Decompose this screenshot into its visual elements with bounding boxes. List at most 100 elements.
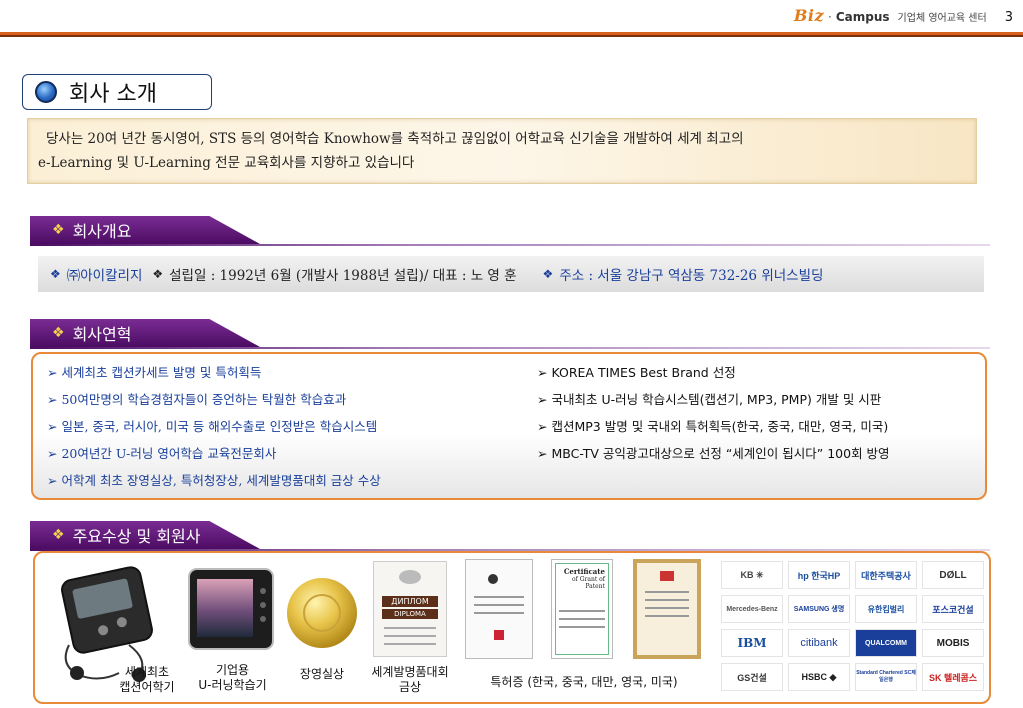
history-text: MBC-TV 공익광고대상으로 선정 “세계인이 됩시다” 100회 방영 bbox=[551, 446, 890, 461]
logo-mobis: MOBIS bbox=[922, 629, 984, 657]
brand-subtitle: 기업체 영어교육 센터 bbox=[897, 13, 987, 24]
intro-box: 당사는 20여 년간 동시영어, STS 등의 영어학습 Knowhow를 축적… bbox=[27, 118, 977, 184]
history-right-list: ➢ KOREA TIMES Best Brand 선정 ➢ 국내최초 U-러닝 학습… bbox=[537, 362, 890, 490]
label-caption-device: 세계최초 캡션어학기 bbox=[97, 665, 197, 695]
logo-daehan: 대한주택공사 bbox=[855, 561, 917, 589]
overview-address: ❖ 주소 : 서울 강남구 역삼동 732-26 위너스빌딩 bbox=[543, 264, 824, 284]
u-learning-device-image bbox=[188, 568, 274, 650]
seal-icon bbox=[494, 630, 504, 640]
header-rule-dark bbox=[0, 35, 1023, 37]
diamond-bullet-icon: ❖ bbox=[50, 267, 61, 281]
arrow-bullet-icon: ➢ bbox=[537, 392, 548, 407]
list-item: ➢ 캡션MP3 발명 및 국내외 특허획득(한국, 중국, 대만, 영국, 미국) bbox=[537, 416, 890, 437]
list-item: ➢ 50여만명의 학습경험자들이 증언하는 탁월한 학습효과 bbox=[47, 389, 537, 410]
patent-cert-title: Certificate bbox=[563, 567, 605, 576]
brand-campus: Campus bbox=[835, 10, 890, 24]
history-text: 캡션MP3 발명 및 국내외 특허획득(한국, 중국, 대만, 영국, 미국) bbox=[551, 419, 889, 434]
emblem-icon bbox=[399, 570, 421, 584]
diploma-image: ДИПЛОМ DIPLOMA bbox=[373, 561, 447, 657]
member-logo-grid: KB ✳ hp 한국HP 대한주택공사 DØLL Mercedes-Benz S… bbox=[721, 561, 987, 691]
diploma-subtitle: DIPLOMA bbox=[382, 609, 438, 619]
address-info: 주소 : 서울 강남구 역삼동 732-26 위너스빌딩 bbox=[559, 268, 824, 284]
page-title-box: 회사 소개 bbox=[22, 74, 212, 110]
logo-hsbc: HSBC ◆ bbox=[788, 663, 850, 691]
logo-mercedes: Mercedes-Benz bbox=[721, 595, 783, 623]
history-text: 50여만명의 학습경험자들이 증언하는 탁월한 학습효과 bbox=[61, 392, 347, 407]
overview-row: ❖ ㈜아이칼리지 ❖ 설립일 : 1992년 6월 (개발사 1988년 설립)… bbox=[38, 256, 984, 292]
section-header-overview: ❖ 회사개요 bbox=[30, 216, 260, 244]
company-name: ㈜아이칼리지 bbox=[66, 268, 143, 284]
section-divider-overview bbox=[30, 244, 990, 246]
diamond-bullet-icon: ❖ bbox=[52, 527, 65, 543]
emblem-icon bbox=[488, 574, 498, 584]
arrow-bullet-icon: ➢ bbox=[47, 473, 58, 488]
label-line: 세계발명품대회 bbox=[371, 665, 449, 679]
blue-orb-bullet-icon bbox=[35, 81, 57, 103]
label-patents: 특허증 (한국, 중국, 대만, 영국, 미국) bbox=[490, 675, 678, 689]
history-text: 어학계 최초 장영실상, 특허청장상, 세계발명품대회 금상 수상 bbox=[61, 473, 381, 488]
label-line: 기업용 bbox=[215, 663, 250, 677]
diploma-title: ДИПЛОМ bbox=[382, 596, 438, 607]
awards-box: 세계최초 캡션어학기 기업용 U-러닝학습기 장영실상 ДИПЛОМ DIPLO… bbox=[33, 551, 991, 704]
arrow-bullet-icon: ➢ bbox=[47, 446, 58, 461]
label-line: 캡션어학기 bbox=[119, 680, 175, 694]
list-item: ➢ 어학계 최초 장영실상, 특허청장상, 세계발명품대회 금상 수상 bbox=[47, 470, 537, 491]
established-info: 설립일 : 1992년 6월 (개발사 1988년 설립)/ 대표 : 노 영 … bbox=[169, 268, 517, 284]
logo-dell: DØLL bbox=[922, 561, 984, 589]
arrow-bullet-icon: ➢ bbox=[537, 419, 548, 434]
history-box: ➢ 세계최초 캡션카세트 발명 및 특허획득 ➢ 50여만명의 학습경험자들이 증언… bbox=[31, 352, 987, 500]
logo-samsung: SAMSUNG 생명 bbox=[788, 595, 850, 623]
header-brand: Biz · Campus 기업체 영어교육 센터 3 bbox=[794, 6, 1013, 28]
section-divider-history bbox=[30, 347, 990, 349]
diamond-bullet-icon: ❖ bbox=[152, 267, 164, 281]
list-item: ➢ KOREA TIMES Best Brand 선정 bbox=[537, 362, 890, 383]
flag-icon bbox=[660, 571, 674, 581]
logo-ibm: IBM bbox=[721, 629, 783, 657]
history-text: 일본, 중국, 러시아, 미국 등 해외수출로 인정받은 학습시스템 bbox=[61, 419, 378, 434]
intro-line-2: e-Learning 및 U-Learning 전문 교육회사를 지향하고 있습… bbox=[38, 155, 415, 171]
list-item: ➢ 일본, 중국, 러시아, 미국 등 해외수출로 인정받은 학습시스템 bbox=[47, 416, 537, 437]
arrow-bullet-icon: ➢ bbox=[47, 419, 58, 434]
intro-line-1: 당사는 20여 년간 동시영어, STS 등의 영어학습 Knowhow를 축적… bbox=[46, 131, 744, 147]
logo-qualcomm: QUALCOMM bbox=[855, 629, 917, 657]
arrow-bullet-icon: ➢ bbox=[537, 446, 548, 461]
history-text: 국내최초 U-러닝 학습시스템(캡션기, MP3, PMP) 개발 및 시판 bbox=[551, 392, 882, 407]
overview-company: ❖ ㈜아이칼리지 bbox=[50, 264, 142, 284]
gold-medal-image bbox=[287, 578, 357, 648]
arrow-bullet-icon: ➢ bbox=[47, 392, 58, 407]
history-text: 20여년간 U-러닝 영어학습 교육전문회사 bbox=[61, 446, 277, 461]
label-corporate-device: 기업용 U-러닝학습기 bbox=[185, 663, 280, 693]
history-left-list: ➢ 세계최초 캡션카세트 발명 및 특허획득 ➢ 50여만명의 학습경험자들이 증언… bbox=[47, 362, 537, 490]
label-line: 세계최초 bbox=[124, 665, 170, 679]
logo-gs: GS건설 bbox=[721, 663, 783, 691]
list-item: ➢ 세계최초 캡션카세트 발명 및 특허획득 bbox=[47, 362, 537, 383]
overview-established: ❖ 설립일 : 1992년 6월 (개발사 1988년 설립)/ 대표 : 노 … bbox=[152, 264, 516, 284]
diamond-bullet-icon: ❖ bbox=[52, 325, 65, 341]
logo-hp: hp 한국HP bbox=[788, 561, 850, 589]
section-title-awards: 주요수상 및 회원사 bbox=[72, 527, 201, 546]
page-title: 회사 소개 bbox=[69, 82, 157, 107]
section-title-overview: 회사개요 bbox=[72, 222, 132, 241]
patent-taiwan-image bbox=[633, 559, 701, 659]
list-item: ➢ MBC-TV 공익광고대상으로 선정 “세계인이 됩시다” 100회 방영 bbox=[537, 443, 890, 464]
history-text: KOREA TIMES Best Brand 선정 bbox=[551, 365, 736, 380]
logo-yuhan: 유한킴벌리 bbox=[855, 595, 917, 623]
page-number: 3 bbox=[1004, 10, 1013, 25]
label-line: U-러닝학습기 bbox=[198, 678, 267, 692]
diamond-bullet-icon: ❖ bbox=[52, 222, 65, 238]
logo-posco: 포스코건설 bbox=[922, 595, 984, 623]
label-invention: 세계발명품대회 금상 bbox=[357, 665, 463, 695]
diamond-bullet-icon: ❖ bbox=[542, 267, 554, 281]
section-header-history: ❖ 회사연혁 bbox=[30, 319, 260, 347]
patent-uk-image: Certificate of Grant of Patent bbox=[551, 559, 613, 659]
patent-korea-image bbox=[465, 559, 533, 659]
logo-sk: SK 텔레콤스 bbox=[922, 663, 984, 691]
label-jangyoungsil: 장영실상 bbox=[299, 667, 345, 681]
arrow-bullet-icon: ➢ bbox=[47, 365, 58, 380]
logo-standard-chartered: Standard Chartered SC제일은행 bbox=[855, 663, 917, 691]
arrow-bullet-icon: ➢ bbox=[537, 365, 548, 380]
label-line: 금상 bbox=[398, 680, 422, 694]
list-item: ➢ 20여년간 U-러닝 영어학습 교육전문회사 bbox=[47, 443, 537, 464]
section-title-history: 회사연혁 bbox=[72, 325, 132, 344]
logo-citibank: citibank bbox=[788, 629, 850, 657]
